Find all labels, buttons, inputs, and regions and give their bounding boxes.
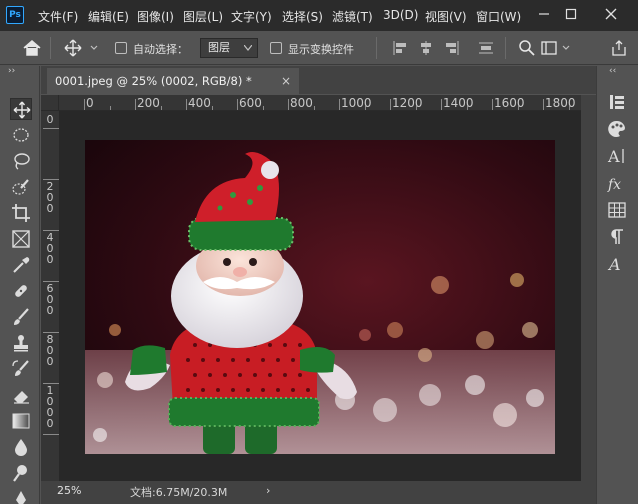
move-tool-icon[interactable] [10, 98, 32, 120]
zoom-level[interactable]: 25% [57, 484, 81, 497]
ruler-label: 2 0 0 [46, 180, 54, 215]
brush-tool-icon[interactable] [10, 306, 32, 328]
collapse-tools-icon[interactable]: ›› [8, 66, 15, 76]
history-brush-tool-icon[interactable] [10, 358, 32, 380]
menu-select[interactable]: 选择(S) [282, 8, 323, 25]
document-tab[interactable]: 0001.jpeg @ 25% (0002, RGB/8) * × [47, 68, 299, 94]
history-panel-icon[interactable] [607, 92, 627, 112]
menu-3d[interactable]: 3D(D) [383, 8, 418, 22]
tab-close-icon[interactable]: × [281, 68, 291, 94]
align-left-icon[interactable] [392, 40, 408, 59]
menu-view[interactable]: 视图(V) [425, 8, 467, 25]
svg-text:A: A [607, 147, 620, 166]
share-icon[interactable] [610, 39, 628, 60]
options-bar: 自动选择： 图层 显示变换控件 [0, 31, 638, 65]
pen-tool-icon[interactable] [10, 488, 32, 504]
tools-panel: ›› [0, 66, 40, 504]
vertical-ruler[interactable]: 0 2 0 0 4 0 0 6 0 0 8 0 0 1 0 0 0 [41, 111, 59, 481]
document-tab-title: 0001.jpeg @ 25% (0002, RGB/8) * [55, 74, 252, 88]
document-info: 文档:6.75M/20.3M [130, 486, 228, 499]
status-menu-icon[interactable]: › [266, 484, 270, 497]
clone-stamp-tool-icon[interactable] [10, 332, 32, 354]
paragraph-panel-icon[interactable] [607, 227, 627, 247]
frame-tool-icon[interactable] [10, 228, 32, 250]
panel-dock: ‹‹ A fx A [596, 66, 638, 504]
menu-edit[interactable]: 编辑(E) [88, 8, 129, 25]
marquee-tool-icon[interactable] [10, 124, 32, 146]
ruler-label: 1600 [494, 96, 525, 110]
menu-layer[interactable]: 图层(L) [183, 8, 223, 25]
show-transform-checkbox[interactable] [270, 42, 282, 54]
photoshop-logo: Ps [6, 6, 24, 24]
dodge-tool-icon[interactable] [10, 462, 32, 484]
minimize-icon[interactable] [533, 4, 555, 24]
ruler-label: 600 [239, 96, 262, 110]
styles-panel-icon[interactable]: fx [607, 173, 627, 193]
crop-tool-icon[interactable] [10, 202, 32, 224]
ruler-label: 6 0 0 [46, 282, 54, 317]
santa-toy-photo [85, 140, 555, 454]
menu-file[interactable]: 文件(F) [38, 8, 78, 25]
distribute-icon[interactable] [478, 40, 494, 59]
color-panel-icon[interactable] [607, 119, 627, 139]
ruler-label: 8 0 0 [46, 333, 54, 368]
glyphs-panel-icon[interactable]: A [607, 254, 627, 274]
lasso-tool-icon[interactable] [10, 150, 32, 172]
svg-text:fx: fx [607, 177, 621, 193]
ruler-label: 1000 [341, 96, 372, 110]
maximize-icon[interactable] [560, 4, 582, 24]
document-canvas[interactable] [85, 140, 555, 454]
gradient-tool-icon[interactable] [10, 410, 32, 432]
search-icon[interactable] [518, 39, 536, 60]
ruler-label: 200 [137, 96, 160, 110]
healing-brush-tool-icon[interactable] [10, 280, 32, 302]
character-panel-icon[interactable]: A [607, 146, 627, 166]
ruler-label: 0 [86, 96, 94, 110]
eraser-tool-icon[interactable] [10, 384, 32, 406]
auto-select-label: 自动选择： [133, 43, 188, 56]
ruler-label: 1 0 0 0 [46, 384, 54, 430]
home-icon[interactable] [22, 39, 42, 60]
ruler-label: 1200 [392, 96, 423, 110]
collapse-panels-icon[interactable]: ‹‹ [609, 66, 616, 76]
menu-bar: Ps 文件(F) 编辑(E) 图像(I) 图层(L) 文字(Y) 选择(S) 滤… [0, 0, 638, 31]
show-transform-label: 显示变换控件 [288, 43, 354, 56]
auto-select-target-dropdown[interactable]: 图层 [200, 38, 258, 58]
workspace-icon[interactable] [540, 39, 576, 60]
ruler-label: 1400 [443, 96, 474, 110]
ruler-origin[interactable] [41, 95, 59, 111]
eyedropper-tool-icon[interactable] [10, 254, 32, 276]
vertical-scrollbar[interactable] [581, 95, 596, 481]
horizontal-ruler[interactable]: 0 200 400 600 800 1000 1200 1400 1600 18… [59, 95, 581, 111]
auto-select-checkbox[interactable] [115, 42, 127, 54]
align-right-icon[interactable] [444, 40, 460, 59]
move-tool-preset-icon[interactable] [63, 38, 101, 61]
menu-image[interactable]: 图像(I) [137, 8, 174, 25]
align-center-icon[interactable] [418, 40, 434, 59]
ruler-label: 1800 [545, 96, 576, 110]
menu-filter[interactable]: 滤镜(T) [332, 8, 373, 25]
menu-type[interactable]: 文字(Y) [231, 8, 272, 25]
ruler-label: 800 [290, 96, 313, 110]
quick-select-tool-icon[interactable] [10, 176, 32, 198]
ruler-label: 4 0 0 [46, 231, 54, 266]
auto-select-target-value: 图层 [208, 41, 230, 54]
svg-text:A: A [607, 255, 621, 274]
ruler-label: 400 [188, 96, 211, 110]
ruler-label: 0 [46, 113, 54, 126]
close-icon[interactable] [600, 4, 622, 24]
status-bar [41, 481, 596, 504]
menu-window[interactable]: 窗口(W) [476, 8, 521, 25]
document-tab-bar: 0001.jpeg @ 25% (0002, RGB/8) * × [41, 66, 596, 94]
blur-tool-icon[interactable] [10, 436, 32, 458]
table-panel-icon[interactable] [607, 200, 627, 220]
